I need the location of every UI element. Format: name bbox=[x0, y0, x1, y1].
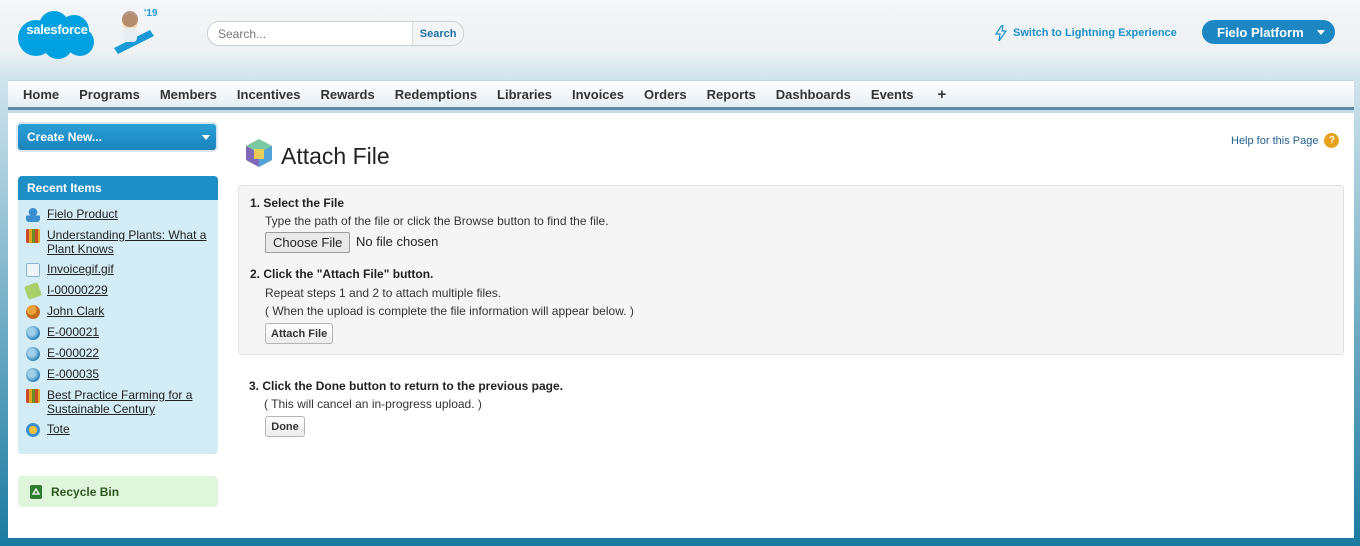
member-icon bbox=[26, 305, 40, 319]
invoice-icon bbox=[24, 282, 42, 300]
step1-text: Type the path of the file or click the B… bbox=[265, 214, 609, 228]
step3-text: ( This will cancel an in-progress upload… bbox=[264, 397, 482, 411]
attach-file-icon bbox=[245, 138, 273, 168]
step2-text-1: Repeat steps 1 and 2 to attach multiple … bbox=[265, 286, 502, 300]
tab-events[interactable]: Events bbox=[861, 81, 924, 108]
recent-items-list: Fielo Product Understanding Plants: What… bbox=[18, 200, 218, 454]
event-icon bbox=[26, 368, 40, 382]
recent-item[interactable]: Best Practice Farming for a Sustainable … bbox=[26, 388, 218, 416]
all-tabs-plus-icon[interactable]: + bbox=[924, 81, 957, 108]
recent-item-label: I-00000229 bbox=[47, 283, 108, 297]
recent-item-label: Fielo Product bbox=[47, 207, 118, 221]
release-badge: '19 bbox=[144, 8, 158, 19]
library-icon bbox=[26, 229, 40, 243]
attach-file-button[interactable]: Attach File bbox=[265, 323, 334, 344]
tab-rewards[interactable]: Rewards bbox=[311, 81, 385, 108]
lightning-bolt-icon bbox=[995, 25, 1007, 41]
tab-dashboards[interactable]: Dashboards bbox=[766, 81, 861, 108]
recent-item[interactable]: Understanding Plants: What a Plant Knows bbox=[26, 228, 218, 256]
lightning-link-label: Switch to Lightning Experience bbox=[1013, 27, 1177, 39]
recent-item[interactable]: I-00000229 bbox=[24, 282, 218, 300]
recent-item-label: E-000022 bbox=[47, 346, 100, 360]
tab-orders[interactable]: Orders bbox=[634, 81, 697, 108]
app-menu-button[interactable]: Fielo Platform bbox=[1202, 20, 1335, 44]
tab-incentives[interactable]: Incentives bbox=[227, 81, 311, 108]
help-link[interactable]: Help for this Page ? bbox=[1231, 133, 1340, 148]
tab-libraries[interactable]: Libraries bbox=[487, 81, 562, 108]
step1-title: 1. Select the File bbox=[250, 196, 345, 210]
choose-file-button[interactable]: Choose File bbox=[265, 232, 351, 253]
recent-item[interactable]: E-000022 bbox=[26, 346, 218, 361]
recent-item[interactable]: E-000021 bbox=[26, 325, 218, 340]
tab-members[interactable]: Members bbox=[150, 81, 227, 108]
create-new-label: Create New... bbox=[27, 130, 102, 144]
event-icon bbox=[26, 326, 40, 340]
search-button[interactable]: Search bbox=[412, 22, 463, 45]
release-mascot: '19 bbox=[110, 8, 160, 54]
tab-home[interactable]: Home bbox=[13, 81, 69, 108]
recycle-bin-icon bbox=[30, 484, 42, 499]
recycle-bin-link[interactable]: Recycle Bin bbox=[18, 476, 218, 507]
recent-item-label: Understanding Plants: What a Plant Knows bbox=[47, 228, 207, 256]
tab-invoices[interactable]: Invoices bbox=[562, 81, 634, 108]
logo-text: salesforce bbox=[26, 22, 88, 37]
recent-item-label: E-000035 bbox=[47, 367, 100, 381]
content-area: Create New... Recent Items Fielo Product… bbox=[8, 113, 1354, 538]
recent-item-label: Tote bbox=[47, 422, 70, 436]
salesforce-logo[interactable]: salesforce bbox=[16, 8, 98, 60]
recent-item[interactable]: E-000035 bbox=[26, 367, 218, 382]
switch-to-lightning-link[interactable]: Switch to Lightning Experience bbox=[995, 25, 1177, 41]
recent-item[interactable]: Fielo Product bbox=[26, 207, 218, 222]
tab-bar: Home Programs Members Incentives Rewards… bbox=[8, 80, 1354, 110]
file-status: No file chosen bbox=[356, 234, 439, 249]
step2-text-2: ( When the upload is complete the file i… bbox=[265, 304, 634, 318]
recent-item[interactable]: Invoicegif.gif bbox=[26, 262, 218, 277]
done-button[interactable]: Done bbox=[265, 416, 305, 437]
recent-item[interactable]: John Clark bbox=[26, 304, 218, 319]
chevron-down-icon bbox=[1317, 30, 1325, 35]
tab-redemptions[interactable]: Redemptions bbox=[385, 81, 487, 108]
attach-steps-panel: 1. Select the File Type the path of the … bbox=[238, 185, 1344, 355]
app-menu-label: Fielo Platform bbox=[1217, 24, 1304, 40]
recent-item-label: E-000021 bbox=[47, 325, 100, 339]
help-icon: ? bbox=[1324, 133, 1340, 148]
event-icon bbox=[26, 347, 40, 361]
library-icon bbox=[26, 389, 40, 403]
recent-item-label: Best Practice Farming for a Sustainable … bbox=[47, 388, 193, 416]
step2-title: 2. Click the "Attach File" button. bbox=[250, 267, 434, 281]
global-search: Search bbox=[207, 21, 464, 46]
recent-items-header: Recent Items bbox=[18, 176, 218, 200]
create-new-button[interactable]: Create New... bbox=[18, 124, 216, 150]
recent-item-label: John Clark bbox=[47, 304, 105, 318]
recent-item[interactable]: Tote bbox=[26, 422, 218, 437]
recycle-bin-label: Recycle Bin bbox=[51, 484, 120, 499]
tab-reports[interactable]: Reports bbox=[697, 81, 766, 108]
recent-item-label: Invoicegif.gif bbox=[47, 262, 114, 276]
file-icon bbox=[26, 263, 40, 277]
reward-icon bbox=[26, 423, 40, 437]
tab-programs[interactable]: Programs bbox=[69, 81, 150, 108]
chevron-down-icon bbox=[202, 135, 210, 140]
step3-title: 3. Click the Done button to return to th… bbox=[249, 379, 564, 393]
product-icon bbox=[26, 208, 40, 222]
page-title: Attach File bbox=[281, 143, 390, 169]
search-input[interactable] bbox=[208, 22, 413, 45]
help-link-label: Help for this Page bbox=[1231, 134, 1319, 147]
